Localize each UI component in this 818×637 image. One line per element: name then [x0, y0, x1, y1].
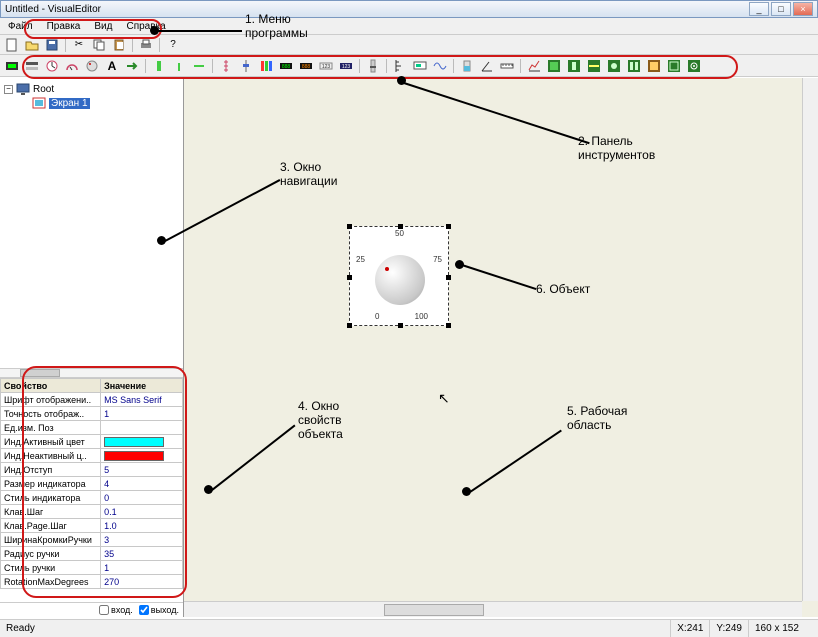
canvas-hscroll[interactable] [184, 601, 802, 617]
monitor-icon [16, 83, 30, 95]
annot-5: 5. Рабочая область [567, 404, 627, 432]
annot-2: 2. Панель инструментов [578, 134, 655, 162]
knob-label-75: 75 [433, 255, 442, 264]
tree-screen1[interactable]: Экран 1 [32, 96, 179, 110]
status-y: Y:249 [709, 620, 748, 637]
knob-indicator [385, 267, 389, 271]
close-button[interactable]: × [793, 2, 813, 16]
cursor-icon: ↖ [438, 390, 450, 407]
knob-object[interactable]: 0 25 50 75 100 [349, 226, 449, 326]
tree-root-label: Root [33, 84, 54, 95]
check-out-box[interactable] [139, 605, 149, 615]
canvas[interactable]: 0 25 50 75 100 ↖ [184, 78, 818, 617]
knob-dial[interactable] [375, 255, 425, 305]
callout-menu [24, 19, 162, 39]
annot-4: 4. Окно свойств объекта [298, 399, 343, 441]
window-buttons: _ □ × [749, 2, 813, 16]
callout-props [22, 366, 187, 598]
knob-label-25: 25 [356, 255, 365, 264]
nav-tree: − Root Экран 1 [0, 78, 183, 368]
new-button[interactable] [3, 36, 21, 54]
left-bottom-bar: вход. выход. [0, 602, 183, 617]
tool-1[interactable] [3, 57, 21, 75]
status-ready: Ready [0, 620, 670, 637]
check-out[interactable]: выход. [139, 605, 179, 615]
expand-icon[interactable]: − [4, 85, 13, 94]
status-x: X:241 [670, 620, 709, 637]
tree-screen1-label: Экран 1 [49, 98, 90, 109]
knob-label-50: 50 [395, 229, 404, 238]
about-button[interactable]: ? [164, 36, 182, 54]
knob-label-0: 0 [375, 312, 379, 321]
status-size: 160 x 152 [748, 620, 818, 637]
check-in-box[interactable] [99, 605, 109, 615]
tree-root[interactable]: − Root [4, 82, 179, 96]
maximize-button[interactable]: □ [771, 2, 791, 16]
minimize-button[interactable]: _ [749, 2, 769, 16]
statusbar: Ready X:241 Y:249 160 x 152 [0, 619, 818, 637]
check-in[interactable]: вход. [99, 605, 133, 615]
titlebar: Untitled - VisualEditor _ □ × [0, 0, 818, 18]
annot-1: 1. Меню программы [245, 12, 308, 40]
window-title: Untitled - VisualEditor [5, 4, 101, 15]
callout-tools [22, 55, 738, 79]
annot-3: 3. Окно навигации [280, 160, 337, 188]
annot-6: 6. Объект [536, 282, 590, 296]
screen-icon [32, 97, 46, 109]
canvas-vscroll[interactable] [802, 78, 818, 601]
knob-label-100: 100 [415, 312, 428, 321]
